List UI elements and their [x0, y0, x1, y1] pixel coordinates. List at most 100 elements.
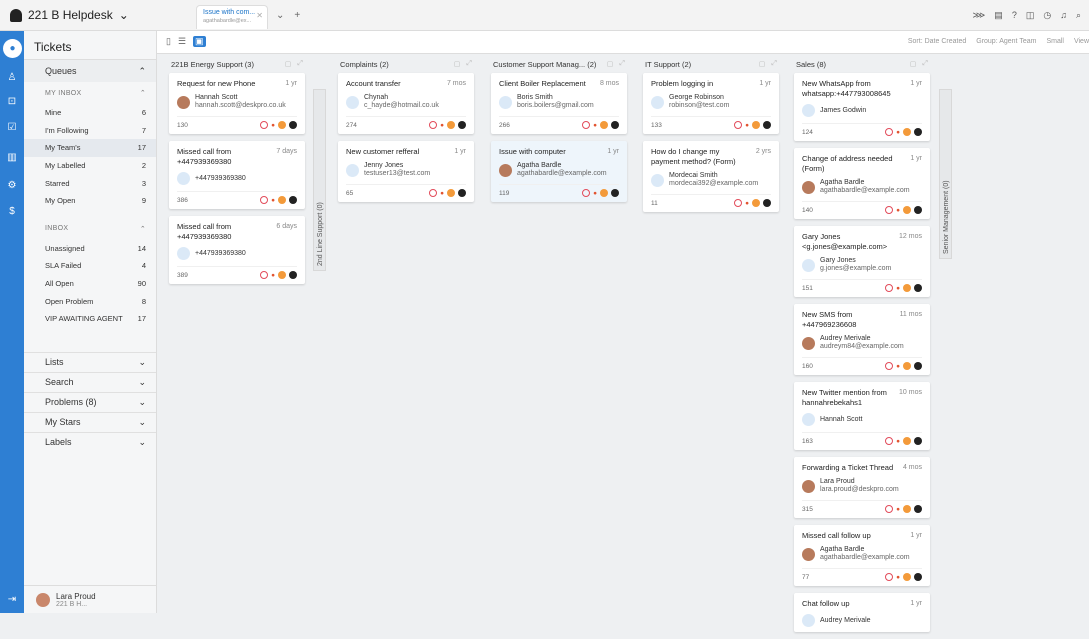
crm-icon[interactable]: ⊡	[5, 95, 19, 109]
ticket-card[interactable]: Problem logging in 1 yr George Robinson rob…	[643, 73, 779, 134]
ticket-card[interactable]: Gary Jones <g.jones@example.com> 12 mos Ga…	[794, 226, 930, 297]
ticket-card[interactable]: New customer refferal 1 yr Jenny Jones test…	[338, 141, 474, 202]
agent-avatar-icon[interactable]	[763, 199, 771, 207]
settings-icon[interactable]: ⚙	[5, 179, 19, 193]
agent-avatar-icon[interactable]	[289, 121, 297, 129]
expand-icon[interactable]: ⤢	[922, 60, 928, 68]
tasks-icon[interactable]: ☑	[5, 121, 19, 135]
agent-avatar-icon[interactable]	[914, 284, 922, 292]
sidebar-item[interactable]: Open Problem 8	[24, 292, 156, 310]
billing-icon[interactable]: $	[5, 205, 19, 219]
ticket-card[interactable]: Missed call follow up 1 yr Agatha Bardle ag…	[794, 525, 930, 586]
current-user[interactable]: Lara Proud 221 B H...	[24, 585, 157, 613]
search-icon[interactable]: ⌕	[1076, 10, 1081, 21]
ticket-tab[interactable]: Issue with com... agathabardle@ex... ✕	[196, 5, 268, 29]
checkbox-icon[interactable]: ▢	[285, 60, 292, 68]
agent-avatar-icon[interactable]	[914, 362, 922, 370]
agent-avatar-icon[interactable]	[458, 121, 466, 129]
logout-icon[interactable]: ⇥	[5, 593, 19, 607]
help-icon[interactable]: ?	[1012, 10, 1017, 21]
agent-avatar-icon[interactable]	[289, 196, 297, 204]
agent-avatar-icon[interactable]	[914, 128, 922, 136]
ticket-card[interactable]: New Twitter mention from hannahrebekahs1…	[794, 382, 930, 450]
ticket-card[interactable]: New SMS from +447969236608 11 mos Audrey M…	[794, 304, 930, 375]
sidebar-section[interactable]: Lists ⌄	[24, 351, 156, 372]
brand[interactable]: 221 B Helpdesk ⌄	[10, 8, 129, 22]
sidebar-item[interactable]: Unassigned 14	[24, 240, 156, 258]
agent-avatar-icon[interactable]	[289, 271, 297, 279]
sidebar-item[interactable]: VIP AWAITING AGENT 17	[24, 310, 156, 328]
sidebar-item[interactable]: Mine 6	[24, 104, 156, 122]
ticket-card[interactable]: Account transfer 7 mos Chynah c_hayde@hotma…	[338, 73, 474, 134]
kanban-view-icon[interactable]: ▣	[193, 36, 206, 47]
sidebar-item-count: 2	[141, 161, 146, 171]
my-inbox-header[interactable]: MY INBOX ⌃	[24, 82, 156, 104]
checkbox-icon[interactable]: ▢	[759, 60, 766, 68]
ticket-card[interactable]: New WhatsApp from whatsapp:+447793008645…	[794, 73, 930, 141]
expand-icon[interactable]: ⤢	[297, 60, 303, 68]
expand-icon[interactable]: ⤢	[619, 60, 625, 68]
agent-avatar-icon[interactable]	[763, 121, 771, 129]
ticket-icons: ●	[885, 206, 922, 214]
collapsed-column[interactable]: Senior Management (0)	[939, 89, 952, 259]
bookmark-icon[interactable]: ◫	[1026, 10, 1035, 21]
agent-avatar-icon[interactable]	[914, 206, 922, 214]
close-icon[interactable]: ✕	[256, 12, 263, 20]
size-control[interactable]: Small	[1046, 38, 1064, 45]
ticket-card[interactable]: Client Boiler Replacement 8 mos Boris Smit…	[491, 73, 627, 134]
checkbox-icon[interactable]: ▢	[910, 60, 917, 68]
agent-avatar-icon[interactable]	[611, 189, 619, 197]
queues-header[interactable]: Queues ⌃	[24, 60, 156, 82]
ticket-card[interactable]: Missed call from +447939369380 6 days +447…	[169, 216, 305, 284]
status-icon	[278, 121, 286, 129]
sidebar-item[interactable]: My Labelled 2	[24, 157, 156, 175]
clock-icon[interactable]: ◷	[1043, 10, 1051, 21]
sidebar-item[interactable]: I'm Following 7	[24, 122, 156, 140]
list-view-icon[interactable]: ▯	[166, 36, 171, 47]
split-icon[interactable]: ⋙	[972, 10, 985, 21]
bell-icon[interactable]: ♫	[1060, 10, 1067, 21]
chevron-down-icon[interactable]: ⌄	[276, 10, 284, 21]
sidebar-item[interactable]: SLA Failed 4	[24, 257, 156, 275]
plus-icon[interactable]: +	[294, 10, 300, 21]
ticket-card[interactable]: Change of address needed (Form) 1 yr Agath…	[794, 148, 930, 219]
ticket-card[interactable]: How do I change my payment method? (Form…	[643, 141, 779, 212]
ticket-card[interactable]: Missed call from +447939369380 7 days +447…	[169, 141, 305, 209]
sidebar-section[interactable]: My Stars ⌄	[24, 411, 156, 432]
document-icon[interactable]: ▤	[994, 10, 1003, 21]
sidebar-item[interactable]: All Open 90	[24, 275, 156, 293]
ticket-card[interactable]: Request for new Phone 1 yr Hannah Scott han…	[169, 73, 305, 134]
board-column: Sales (8) ▢ ⤢ New WhatsApp from whatsapp:+4…	[794, 55, 930, 639]
ticket-icons: ●	[260, 271, 297, 279]
ticket-id: 274	[346, 121, 357, 129]
checkbox-icon[interactable]: ▢	[454, 60, 461, 68]
sort-control[interactable]: Sort: Date Created	[908, 38, 966, 45]
view-control[interactable]: View	[1074, 38, 1089, 45]
group-control[interactable]: Group: Agent Team	[976, 38, 1036, 45]
table-view-icon[interactable]: ☰	[178, 36, 186, 47]
users-icon[interactable]: ♙	[5, 71, 19, 85]
ticket-age: 10 mos	[899, 389, 922, 396]
sidebar-section[interactable]: Labels ⌄	[24, 431, 156, 452]
agent-avatar-icon[interactable]	[914, 505, 922, 513]
sidebar-item[interactable]: My Open 9	[24, 192, 156, 210]
ticket-title: How do I change my payment method? (Form…	[651, 147, 736, 166]
collapsed-column[interactable]: 2nd Line Support (0)	[313, 89, 326, 271]
sidebar-item[interactable]: Starred 3	[24, 174, 156, 192]
expand-icon[interactable]: ⤢	[771, 60, 777, 68]
tickets-icon[interactable]: ●	[3, 39, 22, 58]
ticket-card[interactable]: Forwarding a Ticket Thread 4 mos Lara Prou…	[794, 457, 930, 518]
status-icon	[903, 573, 911, 581]
sidebar-section[interactable]: Search ⌄	[24, 371, 156, 392]
reports-icon[interactable]: ▥	[5, 151, 19, 165]
ticket-card[interactable]: Issue with computer 1 yr Agatha Bardle agat…	[491, 141, 627, 202]
agent-avatar-icon[interactable]	[914, 573, 922, 581]
sidebar-section[interactable]: Problems (8) ⌄	[24, 391, 156, 412]
agent-avatar-icon[interactable]	[458, 189, 466, 197]
inbox-header[interactable]: INBOX ⌃	[24, 218, 156, 240]
expand-icon[interactable]: ⤢	[466, 60, 472, 68]
checkbox-icon[interactable]: ▢	[607, 60, 614, 68]
sidebar-item[interactable]: My Team's 17	[24, 139, 156, 157]
agent-avatar-icon[interactable]	[914, 437, 922, 445]
agent-avatar-icon[interactable]	[611, 121, 619, 129]
